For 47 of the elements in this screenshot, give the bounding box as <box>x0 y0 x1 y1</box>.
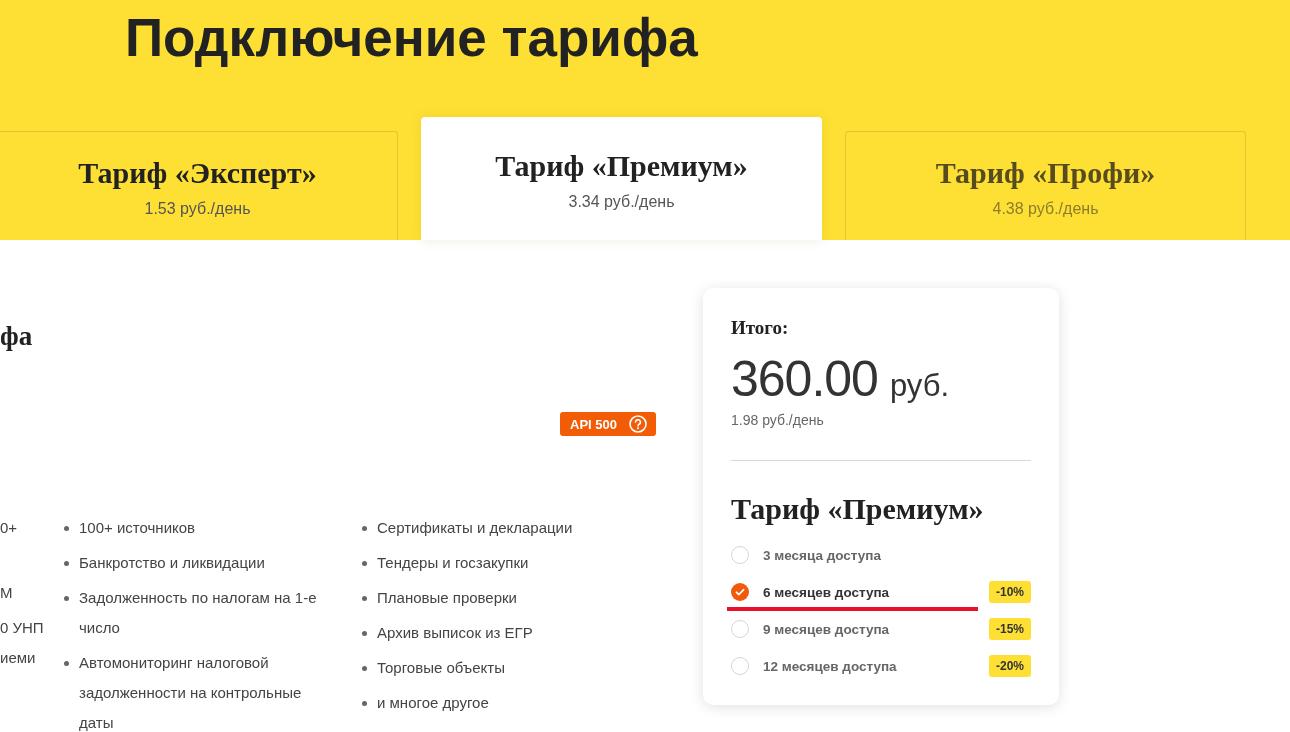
discount-badge: -15% <box>989 618 1031 640</box>
bullet-icon <box>362 666 367 671</box>
radio-icon[interactable] <box>731 620 749 638</box>
bullet-icon <box>362 631 367 636</box>
radio-icon[interactable] <box>731 546 749 564</box>
feature-text: Торговые объекты <box>377 658 505 678</box>
feature-text: иеми <box>0 648 36 668</box>
total-label: Итого: <box>731 316 790 340</box>
tariff-tab[interactable]: Тариф «Профи» 4.38 руб./день <box>845 131 1246 240</box>
feature-text: Задолженность по налогам на 1-е число <box>79 588 318 638</box>
feature-text: Архив выписок из ЕГР <box>377 623 533 643</box>
bullet-icon <box>64 596 69 601</box>
api-badge[interactable]: API 500 <box>560 412 656 436</box>
option-label[interactable]: 6 месяцев доступа <box>763 584 890 600</box>
bullet-icon <box>64 526 69 531</box>
tariff-title: Тариф «Премиум» <box>731 492 985 526</box>
feature-text: Тендеры и госзакупки <box>377 553 529 573</box>
tariff-tab[interactable]: Тариф «Премиум» 3.34 руб./день <box>421 117 822 240</box>
discount-badge: -20% <box>989 655 1031 677</box>
feature-text: Плановые проверки <box>377 588 517 608</box>
feature-text: М <box>0 583 13 603</box>
radio-icon[interactable] <box>731 657 749 675</box>
bullet-icon <box>362 526 367 531</box>
currency-label: руб. <box>889 368 950 404</box>
total-amount: 360.00 <box>731 350 878 408</box>
bullet-icon <box>362 596 367 601</box>
option-label[interactable]: 9 месяцев доступа <box>763 621 890 637</box>
feature-text: Автомониторинг налоговой задолженности на контрольные даты <box>79 653 303 732</box>
bullet-icon <box>362 561 367 566</box>
bullet-icon <box>64 561 69 566</box>
feature-text: Сертификаты и декларации <box>377 518 573 538</box>
feature-text: 0 УНП <box>0 618 44 638</box>
option-label[interactable]: 3 месяца доступа <box>763 547 881 563</box>
tariff-tab[interactable]: Тариф «Эксперт» 1.53 руб./день <box>0 131 398 240</box>
help-icon <box>629 415 647 433</box>
bullet-icon <box>64 661 69 666</box>
option-label[interactable]: 12 месяцев доступа <box>763 658 897 674</box>
discount-badge: -10% <box>989 581 1031 603</box>
bullet-icon <box>362 701 367 706</box>
checked-radio-icon[interactable] <box>731 583 749 601</box>
feature-text: и многое другое <box>377 693 489 713</box>
price-per-day: 1.98 руб./день <box>731 410 1031 430</box>
section-heading: фа <box>0 320 33 352</box>
feature-text: 0+ <box>0 518 18 538</box>
feature-text: 100+ источников <box>79 518 196 538</box>
page-title: Подключение тарифа <box>125 8 698 68</box>
feature-text: Банкротство и ликвидации <box>79 553 265 573</box>
